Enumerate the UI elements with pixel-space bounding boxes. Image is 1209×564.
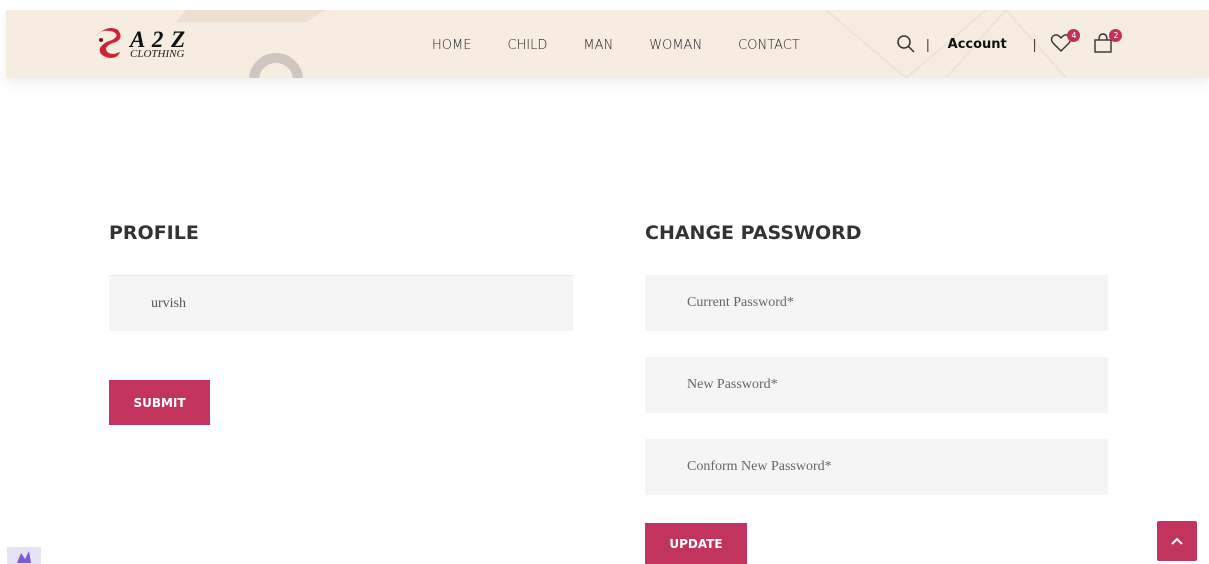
main-nav: HOME CHILD MAN WOMAN CONTACT <box>432 38 836 53</box>
logo-icon <box>92 26 124 62</box>
wishlist-button[interactable]: 4 <box>1050 29 1081 55</box>
username-field[interactable] <box>109 275 573 331</box>
brand-logo[interactable]: A 2 Z CLOTHING <box>92 26 186 62</box>
scroll-top-button[interactable] <box>1157 521 1197 561</box>
confirm-password-field[interactable] <box>645 439 1108 495</box>
new-password-field[interactable] <box>645 357 1108 413</box>
separator: | <box>926 36 930 52</box>
update-button[interactable]: UPDATE <box>645 523 747 564</box>
nav-item-contact[interactable]: CONTACT <box>738 38 800 53</box>
chevron-up-icon <box>1171 537 1183 545</box>
change-password-title: CHANGE PASSWORD <box>645 222 862 244</box>
nav-item-home[interactable]: HOME <box>432 38 471 53</box>
search-icon[interactable] <box>896 34 916 54</box>
current-password-field[interactable] <box>645 275 1108 331</box>
site-header: A 2 Z CLOTHING HOME CHILD MAN WOMAN CONT… <box>6 10 1209 78</box>
profile-title: PROFILE <box>109 222 199 244</box>
account-link[interactable]: Account <box>948 37 1007 52</box>
cart-count-badge: 2 <box>1109 29 1123 42</box>
nav-item-man[interactable]: MAN <box>583 38 613 53</box>
header-actions: | Account | 4 2 <box>896 29 1134 56</box>
separator: | <box>1032 36 1037 52</box>
cart-button[interactable]: 2 <box>1092 29 1123 55</box>
brand-tagline: CLOTHING <box>130 48 185 60</box>
nav-item-child[interactable]: CHILD <box>507 38 547 53</box>
widget-icon[interactable] <box>7 547 41 564</box>
submit-button[interactable]: SUBMIT <box>109 380 210 425</box>
wishlist-count-badge: 4 <box>1067 29 1081 42</box>
nav-item-woman[interactable]: WOMAN <box>649 38 702 53</box>
